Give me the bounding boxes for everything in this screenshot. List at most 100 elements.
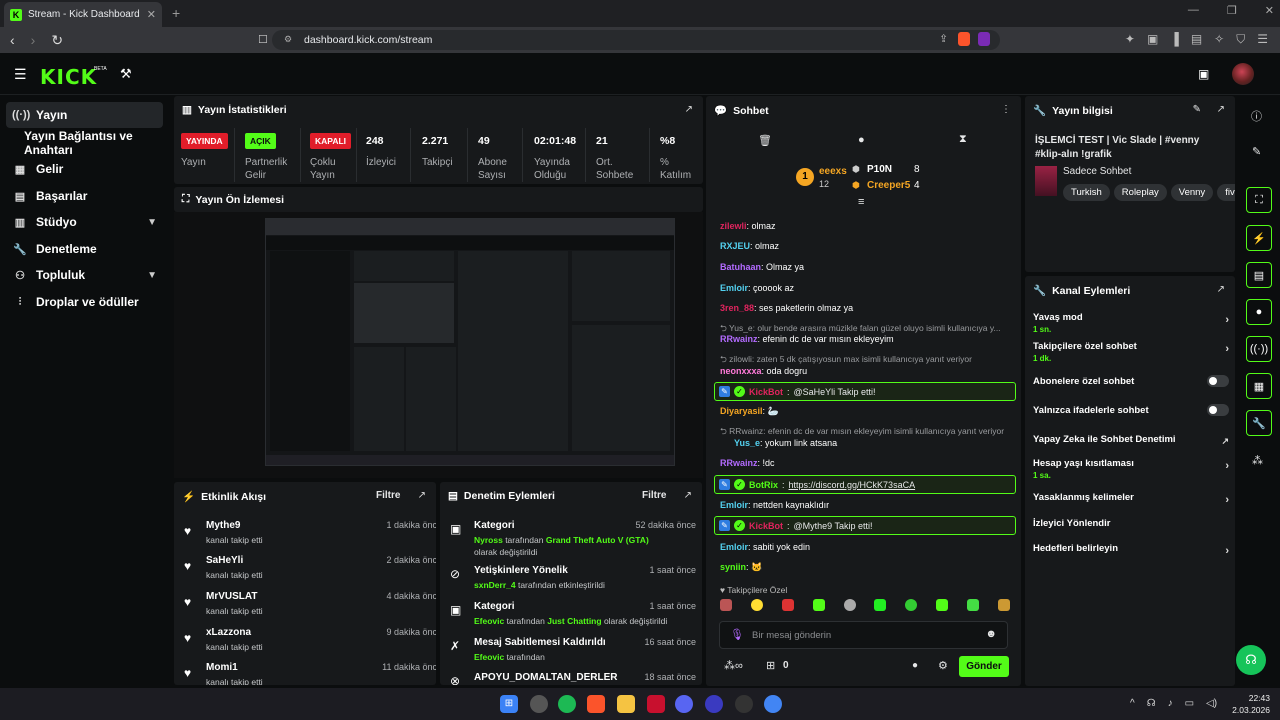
headset-icon[interactable]: ☊ [1147,698,1156,709]
avatar[interactable] [1232,63,1254,85]
bookmark-icon[interactable]: ☐ [258,33,268,46]
chat-username[interactable]: RXJEU [720,241,750,251]
sidebar-item-gelir[interactable]: ▦ Gelir [6,156,163,182]
expand-icon[interactable]: ↗ [685,104,693,115]
pencil-icon[interactable]: ✎ [1252,145,1261,158]
mic-icon[interactable]: ♪ [1168,698,1173,709]
chrome-icon[interactable] [764,695,782,713]
url-field[interactable]: ⚙ dashboard.kick.com/stream ⇪ [272,30,1000,50]
browser-tab[interactable]: K Stream - Kick Dashboard ✕ [4,2,162,27]
reload-icon[interactable]: ↻ [51,32,63,49]
expand-icon[interactable]: ↗ [1217,104,1225,115]
discord-icon[interactable] [675,695,693,713]
emote-icon[interactable] [967,599,979,611]
tag[interactable]: fiv [1217,184,1235,201]
chevron-up-icon[interactable]: ^ [1130,698,1135,709]
rail-bolt-icon[interactable]: ⚡ [1246,225,1272,251]
emotes-only-toggle[interactable] [1207,404,1229,416]
wallet-icon[interactable]: ▤ [1191,32,1202,47]
info-icon[interactable]: ⓘ [1251,108,1262,124]
rail-preview-icon[interactable]: ⛶ [1246,187,1272,213]
send-button[interactable]: Gönder [959,656,1009,677]
action-goals[interactable]: Hedefleri belirleyin › [1033,543,1229,557]
brave-rewards-icon[interactable] [978,32,990,46]
emote-icon[interactable] [781,599,794,611]
sidebar-item-droplar[interactable]: ⫶ Droplar ve ödüller [6,289,163,315]
chat-link[interactable]: https://discord.gg/HCkK73saCA [789,480,916,490]
spotify-icon[interactable] [558,695,576,713]
sidebar-item-yayin[interactable]: ((·)) Yayın [6,102,163,128]
volume-icon[interactable]: ◁) [1206,698,1217,709]
sidebar-item-studyo[interactable]: ▥ Stüdyo ▼ [6,209,163,235]
close-window-icon[interactable]: ✕ [1265,4,1274,17]
site-info-icon[interactable]: ⚙ [284,34,292,45]
camera-icon[interactable]: ▣ [1198,67,1209,81]
rail-chat-icon[interactable]: ● [1246,299,1272,325]
category-thumbnail[interactable] [1035,166,1057,196]
brave-shield-icon[interactable] [958,32,970,46]
support-headset-icon[interactable]: ☊ [1236,645,1266,675]
rail-doc-icon[interactable]: ▤ [1246,262,1272,288]
tag[interactable]: Turkish [1063,184,1110,201]
emote-icon[interactable] [997,599,1010,611]
category-name[interactable]: Sadece Sohbet [1063,166,1131,177]
emote-icon[interactable] [750,599,763,611]
chat-username[interactable]: Emloir [720,542,748,552]
kebab-menu-icon[interactable]: ⋮ [1001,104,1011,115]
top-user-3[interactable]: Creeper5 [867,180,910,191]
chat-username[interactable]: KickBot [749,521,783,531]
sidebar-item-topluluk[interactable]: ⚇ Topluluk ▼ [6,262,163,288]
subs-only-toggle[interactable] [1207,375,1229,387]
forward-icon[interactable]: › [31,32,36,49]
chat-bubble-icon[interactable]: ● [858,134,865,146]
chat-username[interactable]: Emloir [720,500,748,510]
tag[interactable]: Roleplay [1113,184,1167,201]
action-slow-mode[interactable]: Yavaş mod 1 sn. › [1033,312,1229,334]
sidebar-item-basarilar[interactable]: ▤ Başarılar [6,183,163,209]
chat-username[interactable]: neonxxxa [720,366,762,376]
kick-logo[interactable]: KICK [40,65,97,89]
tab-search-icon[interactable]: ▣ [1147,32,1158,47]
back-icon[interactable]: ‹ [10,32,15,49]
expand-icon[interactable]: ↗ [1217,284,1225,295]
mic-icon[interactable]: 🎙 [730,628,744,641]
pin-icon[interactable]: ⚒ [120,66,132,82]
menu-icon[interactable]: ☰ [1257,32,1268,47]
chat-username[interactable]: Batuhaan [720,262,761,272]
rail-wrench-icon[interactable]: 🔧 [1246,410,1272,436]
expand-icon[interactable]: ↗ [418,490,426,501]
adobe-icon[interactable] [647,695,665,713]
chat-settings-bubble-icon[interactable]: ● [912,660,918,671]
gear-icon[interactable]: ⚙ [938,659,948,672]
top-user-2[interactable]: P10N [867,164,892,175]
chest-icon[interactable]: ⊞ [766,659,775,672]
chat-username[interactable]: zilewli [720,221,747,231]
top-user-1[interactable]: eeexs [819,166,847,177]
chat-username[interactable]: KickBot [749,387,783,397]
app-icon[interactable] [530,695,548,713]
chat-username[interactable]: Emloir [720,283,748,293]
leo-icon[interactable]: ✧ [1214,32,1224,47]
folder-icon[interactable] [617,695,635,713]
close-tab-icon[interactable]: ✕ [147,8,156,21]
clock[interactable]: 22:43 2.03.2026 [1232,693,1270,715]
hamburger-menu-icon[interactable]: ☰ [14,66,27,83]
emote-icon[interactable] [720,599,732,611]
chat-username[interactable]: RRwainz [720,458,758,468]
chat-username[interactable]: Yus_e [734,438,760,448]
hourglass-icon[interactable]: ⧗ [959,133,967,146]
maximize-icon[interactable]: ❐ [1227,4,1237,17]
chat-username[interactable]: Diyaryasil [720,406,763,416]
chat-username[interactable]: RRwainz [720,334,758,344]
collapse-icon[interactable]: ≡ [858,196,864,208]
expand-icon[interactable]: ↗ [684,490,692,501]
chat-username[interactable]: 3ren_88 [720,303,754,313]
chat-input[interactable]: 🎙 Bir mesaj gönderin ☻ [719,621,1008,649]
trash-icon[interactable]: 🗑 [758,134,772,147]
feed-username[interactable]: xLazzona [206,627,251,638]
emote-icon[interactable] [874,599,887,611]
display-icon[interactable]: ▭ [1185,698,1194,709]
feed-username[interactable]: Mythe9 [206,520,240,531]
extensions-icon[interactable]: ✦ [1125,32,1135,47]
vpn-icon[interactable]: ⛉ [1236,32,1245,47]
